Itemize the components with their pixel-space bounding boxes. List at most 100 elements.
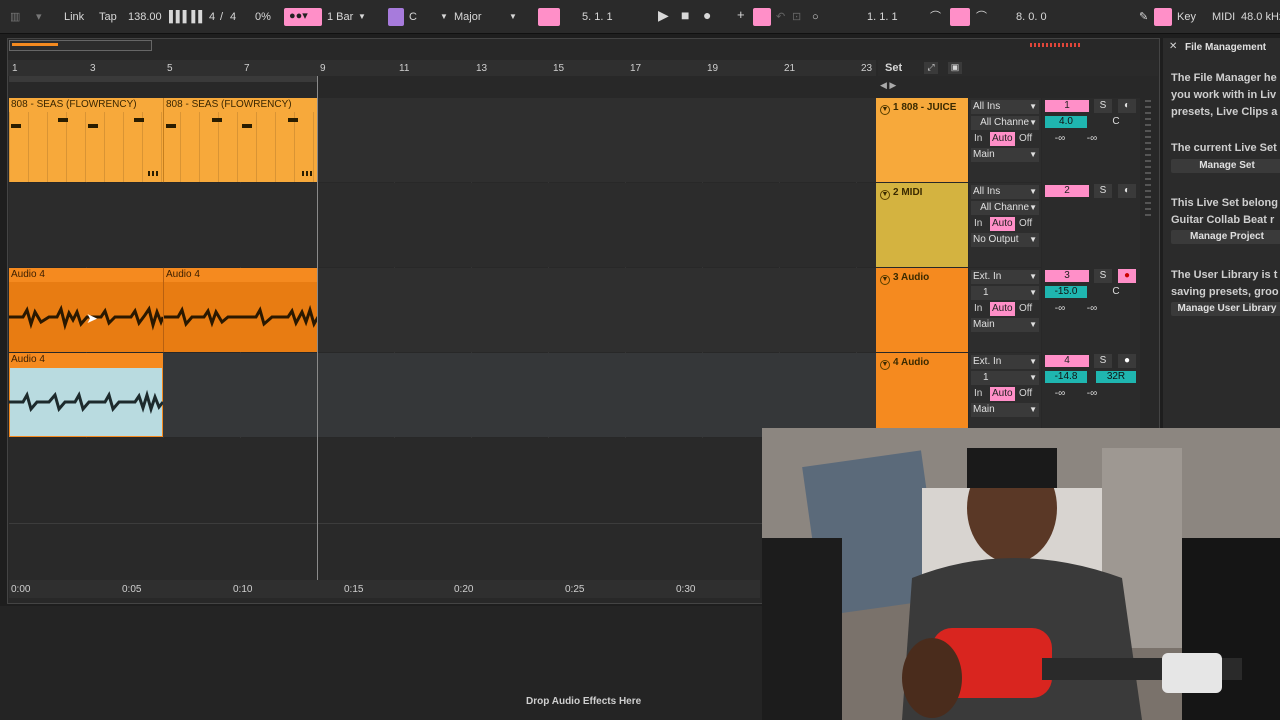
monitor-auto[interactable]: Auto (990, 132, 1015, 146)
track-activator[interactable]: 2 (1045, 185, 1089, 197)
track-activator[interactable]: 4 (1045, 355, 1089, 367)
manage-user-library-button[interactable]: Manage User Library (1171, 302, 1280, 316)
audio-clip[interactable]: Audio 4 (163, 268, 317, 352)
scrollbar-dots[interactable] (1145, 100, 1151, 220)
input-channel-select[interactable]: All Channe ▼ (971, 201, 1039, 215)
fold-icon[interactable]: ▼ (880, 360, 890, 370)
pan-field[interactable]: C (1096, 286, 1136, 298)
punch-in-icon[interactable] (538, 8, 560, 26)
monitor-auto[interactable]: Auto (990, 302, 1015, 316)
follow-toggle[interactable]: ●●▾ (284, 8, 322, 26)
input-type-select[interactable]: Ext. In ▼ (971, 270, 1039, 284)
arm-icon[interactable]: ◐ (1118, 184, 1136, 198)
track-activator[interactable]: 3 (1045, 270, 1089, 282)
midi-note[interactable] (212, 118, 222, 122)
punch-curve-icon[interactable]: ⌒ (930, 9, 941, 25)
pan-field[interactable]: 32R (1096, 371, 1136, 383)
track-activator[interactable]: 1 (1045, 100, 1089, 112)
record-arm-icon[interactable]: ● (1118, 354, 1136, 368)
solo-button[interactable]: S (1094, 354, 1112, 368)
monitor-off[interactable]: Off (1019, 217, 1032, 231)
chevron-down-icon[interactable]: ▼ (358, 9, 366, 25)
monitor-in[interactable]: In (974, 387, 982, 401)
stop-icon[interactable]: ■ (681, 7, 689, 23)
midi-note[interactable] (166, 124, 176, 128)
track-header-1[interactable]: ▼ 1 808 - JUICE (876, 98, 968, 182)
midi-note[interactable] (58, 118, 68, 122)
scale-select[interactable]: Major (454, 9, 482, 25)
send-b[interactable]: -∞ (1072, 388, 1112, 400)
monitor-off[interactable]: Off (1019, 302, 1032, 316)
input-type-select[interactable]: All Ins ▼ (971, 100, 1039, 114)
pan-field[interactable]: C (1096, 116, 1136, 128)
close-icon[interactable]: ✕ (1169, 41, 1177, 52)
loop-start[interactable]: 1. 1. 1 (867, 9, 898, 25)
volume-field[interactable]: -14.8 (1045, 371, 1087, 383)
lock-icon[interactable]: ▣ (948, 62, 962, 74)
monitor-off[interactable]: Off (1019, 132, 1032, 146)
beat-ruler[interactable] (8, 60, 876, 76)
time-signature-den[interactable]: 4 (230, 9, 236, 25)
empty-lane-area[interactable] (9, 438, 876, 580)
record-arm-icon[interactable]: ● (1118, 269, 1136, 283)
midi-note-cluster[interactable] (302, 171, 314, 176)
monitor-auto[interactable]: Auto (990, 217, 1015, 231)
metronome-icon[interactable]: ▌▌▌ ▌▌ (169, 9, 206, 25)
key-root-select[interactable]: C (409, 9, 417, 25)
grid-icon[interactable]: ▥ (10, 9, 20, 25)
tap-tempo-button[interactable]: Tap (99, 9, 117, 25)
loop-toggle-icon[interactable] (950, 8, 970, 26)
scale-mode-icon[interactable] (388, 8, 404, 26)
midi-note[interactable] (288, 118, 298, 122)
capture-icon[interactable]: ⊡ (792, 9, 801, 25)
time-signature-num[interactable]: 4 (209, 9, 215, 25)
input-channel-select[interactable]: 1 ▼ (971, 286, 1039, 300)
output-select[interactable]: Main ▼ (971, 318, 1039, 332)
output-select[interactable]: Main ▼ (971, 403, 1039, 417)
input-type-select[interactable]: All Ins ▼ (971, 185, 1039, 199)
menu-caret-icon[interactable]: ▾ (36, 9, 42, 25)
output-select[interactable]: No Output ▼ (971, 233, 1039, 247)
tempo-field[interactable]: 138.00 (128, 9, 162, 25)
fold-icon[interactable]: ▼ (880, 275, 890, 285)
loop-length[interactable]: 8. 0. 0 (1016, 9, 1047, 25)
audio-clip[interactable]: Audio 4 (9, 353, 163, 437)
monitor-in[interactable]: In (974, 132, 982, 146)
track-name[interactable]: 2 MIDI (893, 187, 922, 198)
monitor-in[interactable]: In (974, 217, 982, 231)
link-button[interactable]: Link (64, 9, 84, 25)
key-map-button[interactable]: Key (1177, 9, 1196, 25)
punch-out-icon[interactable]: ⌒ (976, 9, 987, 25)
record-icon[interactable]: ● (703, 7, 711, 23)
track-header-3[interactable]: ▼ 3 Audio (876, 268, 968, 352)
session-record-icon[interactable]: ○ (812, 9, 819, 25)
device-view[interactable]: Drop Audio Effects Here (0, 606, 762, 720)
chevron-down-icon[interactable]: ▼ (440, 9, 448, 25)
loop-brace[interactable] (9, 76, 317, 82)
solo-button[interactable]: S (1094, 99, 1112, 113)
monitor-in[interactable]: In (974, 302, 982, 316)
midi-note[interactable] (88, 124, 98, 128)
monitor-auto[interactable]: Auto (990, 387, 1015, 401)
fold-icon[interactable]: ▼ (880, 190, 890, 200)
solo-button[interactable]: S (1094, 184, 1112, 198)
track-name[interactable]: 1 808 - JUICE (893, 102, 956, 113)
send-b[interactable]: -∞ (1072, 303, 1112, 315)
song-position[interactable]: 5. 1. 1 (582, 9, 613, 25)
add-icon[interactable]: + (737, 7, 745, 23)
fold-icon[interactable]: ▼ (880, 105, 890, 115)
track-header-2[interactable]: ▼ 2 MIDI (876, 183, 968, 267)
input-type-select[interactable]: Ext. In ▼ (971, 355, 1039, 369)
midi-note-cluster[interactable] (148, 171, 160, 176)
track-header-4[interactable]: ▼ 4 Audio (876, 353, 968, 428)
volume-field[interactable]: -15.0 (1045, 286, 1087, 298)
expand-icon[interactable]: ⤢ (924, 62, 938, 74)
track-lane-2[interactable] (9, 183, 876, 267)
input-channel-select[interactable]: 1 ▼ (971, 371, 1039, 385)
manage-set-button[interactable]: Manage Set (1171, 159, 1280, 173)
automation-arm-icon[interactable] (753, 8, 771, 26)
play-icon[interactable]: ▶ (658, 7, 669, 23)
track-name[interactable]: 3 Audio (893, 272, 929, 283)
midi-note[interactable] (11, 124, 21, 128)
midi-map-button[interactable]: MIDI (1212, 9, 1235, 25)
